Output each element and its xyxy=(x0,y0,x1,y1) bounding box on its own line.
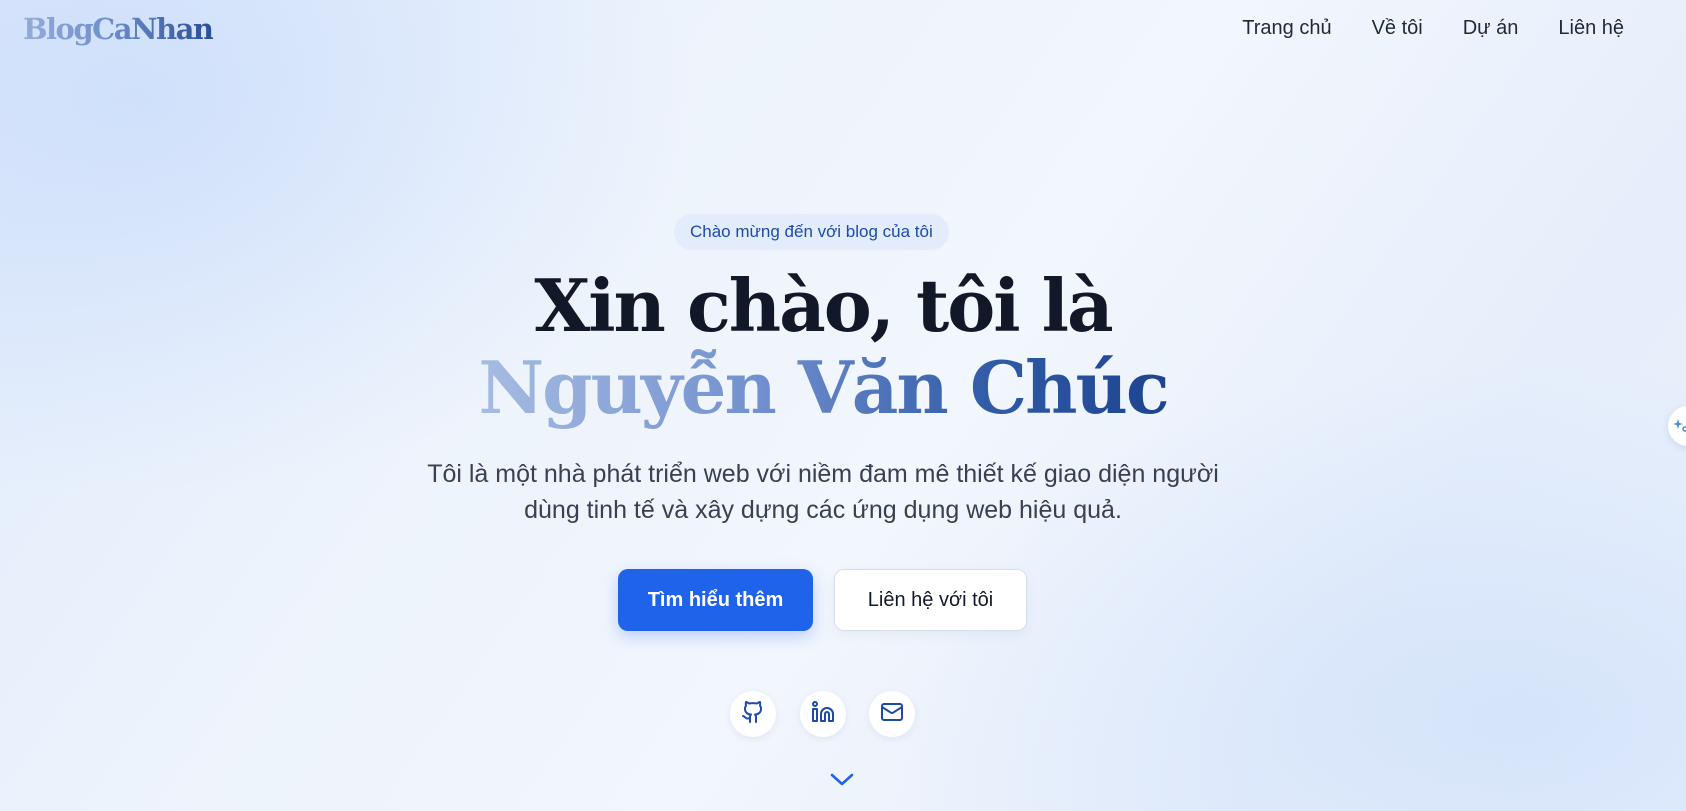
learn-more-button[interactable]: Tìm hiểu thêm xyxy=(618,569,813,631)
chevron-down-icon xyxy=(829,770,855,793)
email-link[interactable] xyxy=(869,691,915,737)
welcome-badge: Chào mừng đến với blog của tôi xyxy=(674,214,949,250)
hero-subtitle-line-2: dùng tinh tế và xây dựng các ứng dụng we… xyxy=(524,496,1122,524)
hero-heading-name-row: Nguyễn Văn Chúc xyxy=(0,348,1646,427)
linkedin-link[interactable] xyxy=(800,691,846,737)
github-icon xyxy=(741,700,765,729)
contact-me-button[interactable]: Liên hệ với tôi xyxy=(834,569,1027,631)
hero-heading-name: Nguyễn Văn Chúc xyxy=(478,345,1169,430)
scroll-down-button[interactable] xyxy=(829,770,855,792)
mail-icon xyxy=(880,700,904,729)
linkedin-icon xyxy=(811,700,835,729)
hero-subtitle: Tôi là một nhà phát triển web với niềm đ… xyxy=(343,456,1303,528)
hero-heading-greeting: Xin chào, tôi là xyxy=(534,263,1113,348)
github-link[interactable] xyxy=(730,691,776,737)
hero-subtitle-line-1: Tôi là một nhà phát triển web với niềm đ… xyxy=(427,460,1219,488)
hero-section: Chào mừng đến với blog của tôi Xin chào,… xyxy=(0,0,1686,811)
